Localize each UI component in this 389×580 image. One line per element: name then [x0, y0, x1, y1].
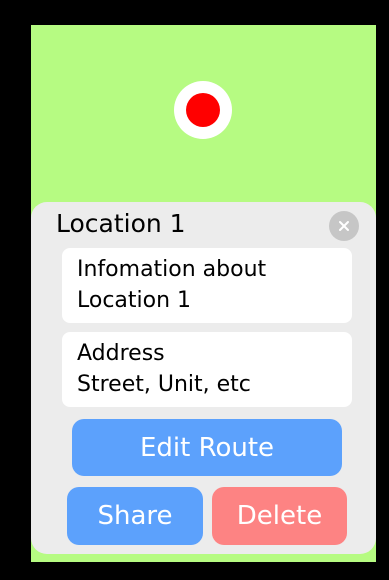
- info-line-1: Infomation about: [77, 257, 267, 282]
- close-button[interactable]: [329, 211, 359, 241]
- share-button[interactable]: Share: [67, 487, 203, 545]
- delete-button[interactable]: Delete: [212, 487, 347, 545]
- location-pin-icon[interactable]: [174, 81, 232, 139]
- location-pin-dot: [186, 93, 220, 127]
- address-line-2: Street, Unit, etc: [77, 372, 251, 397]
- address-line-1: Address: [77, 341, 165, 366]
- address-card: Address Street, Unit, etc: [62, 332, 352, 407]
- phone-frame: Location 1 Infomation about Location 1 A…: [0, 0, 389, 580]
- edit-route-button[interactable]: Edit Route: [72, 419, 342, 476]
- info-line-2: Location 1: [77, 288, 192, 313]
- location-title: Location 1: [56, 209, 186, 238]
- location-info-card: Infomation about Location 1: [62, 248, 352, 323]
- location-info-panel: Location 1 Infomation about Location 1 A…: [31, 202, 376, 554]
- map-screen[interactable]: Location 1 Infomation about Location 1 A…: [31, 25, 376, 562]
- close-icon: [339, 221, 349, 231]
